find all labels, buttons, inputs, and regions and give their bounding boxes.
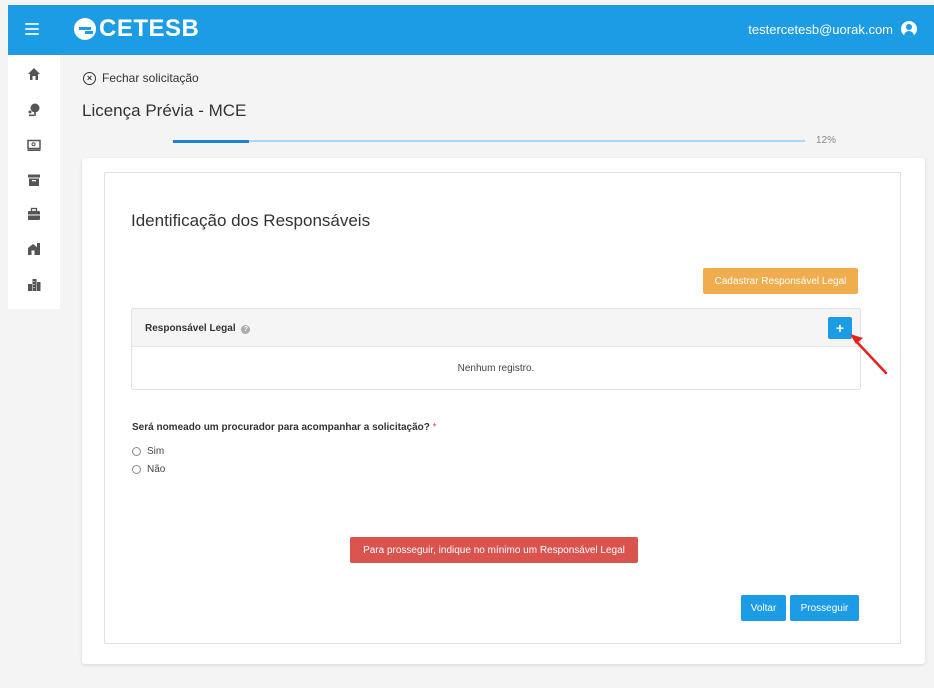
- archive-icon[interactable]: [27, 173, 41, 187]
- user-email: testercetesb@uorak.com: [748, 21, 893, 37]
- progress-percent: 12%: [816, 135, 837, 146]
- register-legal-responsible-button[interactable]: Cadastrar Responsável Legal: [703, 268, 858, 294]
- section-title: Identificação dos Responsáveis: [131, 211, 371, 230]
- required-mark: *: [432, 422, 437, 433]
- radio-label: Não: [147, 464, 166, 475]
- panel-title: Responsável Legal ?: [145, 323, 251, 334]
- user-menu[interactable]: testercetesb@uorak.com: [748, 21, 917, 37]
- progress-bar-fill: [173, 139, 249, 143]
- radio-button[interactable]: [132, 447, 141, 456]
- logo-e-icon: [74, 18, 96, 40]
- form-inner-card: [104, 172, 901, 644]
- close-circle-icon: ×: [83, 71, 96, 85]
- radio-option-nao[interactable]: Não: [132, 464, 165, 475]
- radio-option-sim[interactable]: Sim: [132, 446, 164, 457]
- add-legal-responsible-button[interactable]: +: [828, 317, 852, 339]
- sidebar: [8, 55, 60, 309]
- panel-title-text: Responsável Legal: [145, 323, 236, 334]
- attorney-question-text: Será nomeado um procurador para acompanh…: [132, 422, 430, 433]
- legal-responsible-panel: Responsável Legal ? + Nenhum registro.: [131, 308, 861, 390]
- page-title: Licença Prévia - MCE: [82, 101, 247, 120]
- monitor-icon[interactable]: [27, 138, 41, 152]
- panel-header: Responsável Legal ? +: [132, 309, 860, 347]
- progress-bar: [173, 139, 805, 143]
- empty-records-text: Nenhum registro.: [457, 363, 535, 374]
- user-account-icon: [901, 21, 917, 37]
- help-icon[interactable]: ?: [241, 325, 251, 334]
- home-icon[interactable]: [27, 67, 41, 81]
- top-app-bar: CETESB testercetesb@uorak.com: [8, 5, 934, 55]
- close-request-link[interactable]: × Fechar solicitação: [83, 71, 199, 85]
- minimum-responsible-warning-button[interactable]: Para prosseguir, indique no mínimo um Re…: [350, 537, 638, 563]
- close-request-label: Fechar solicitação: [102, 71, 199, 85]
- radio-label: Sim: [147, 446, 165, 457]
- menu-icon[interactable]: [25, 23, 39, 35]
- attorney-question: Será nomeado um procurador para acompanh…: [132, 422, 437, 433]
- cetesb-logo[interactable]: CETESB: [74, 15, 199, 43]
- logo-text: CETESB: [99, 15, 200, 42]
- next-button[interactable]: Prosseguir: [790, 595, 859, 621]
- briefcase-icon[interactable]: [27, 207, 41, 221]
- tree-icon[interactable]: [27, 103, 41, 117]
- back-button[interactable]: Voltar: [741, 595, 786, 621]
- building-icon[interactable]: [27, 242, 41, 256]
- radio-button[interactable]: [132, 465, 141, 474]
- city-icon[interactable]: [27, 278, 41, 292]
